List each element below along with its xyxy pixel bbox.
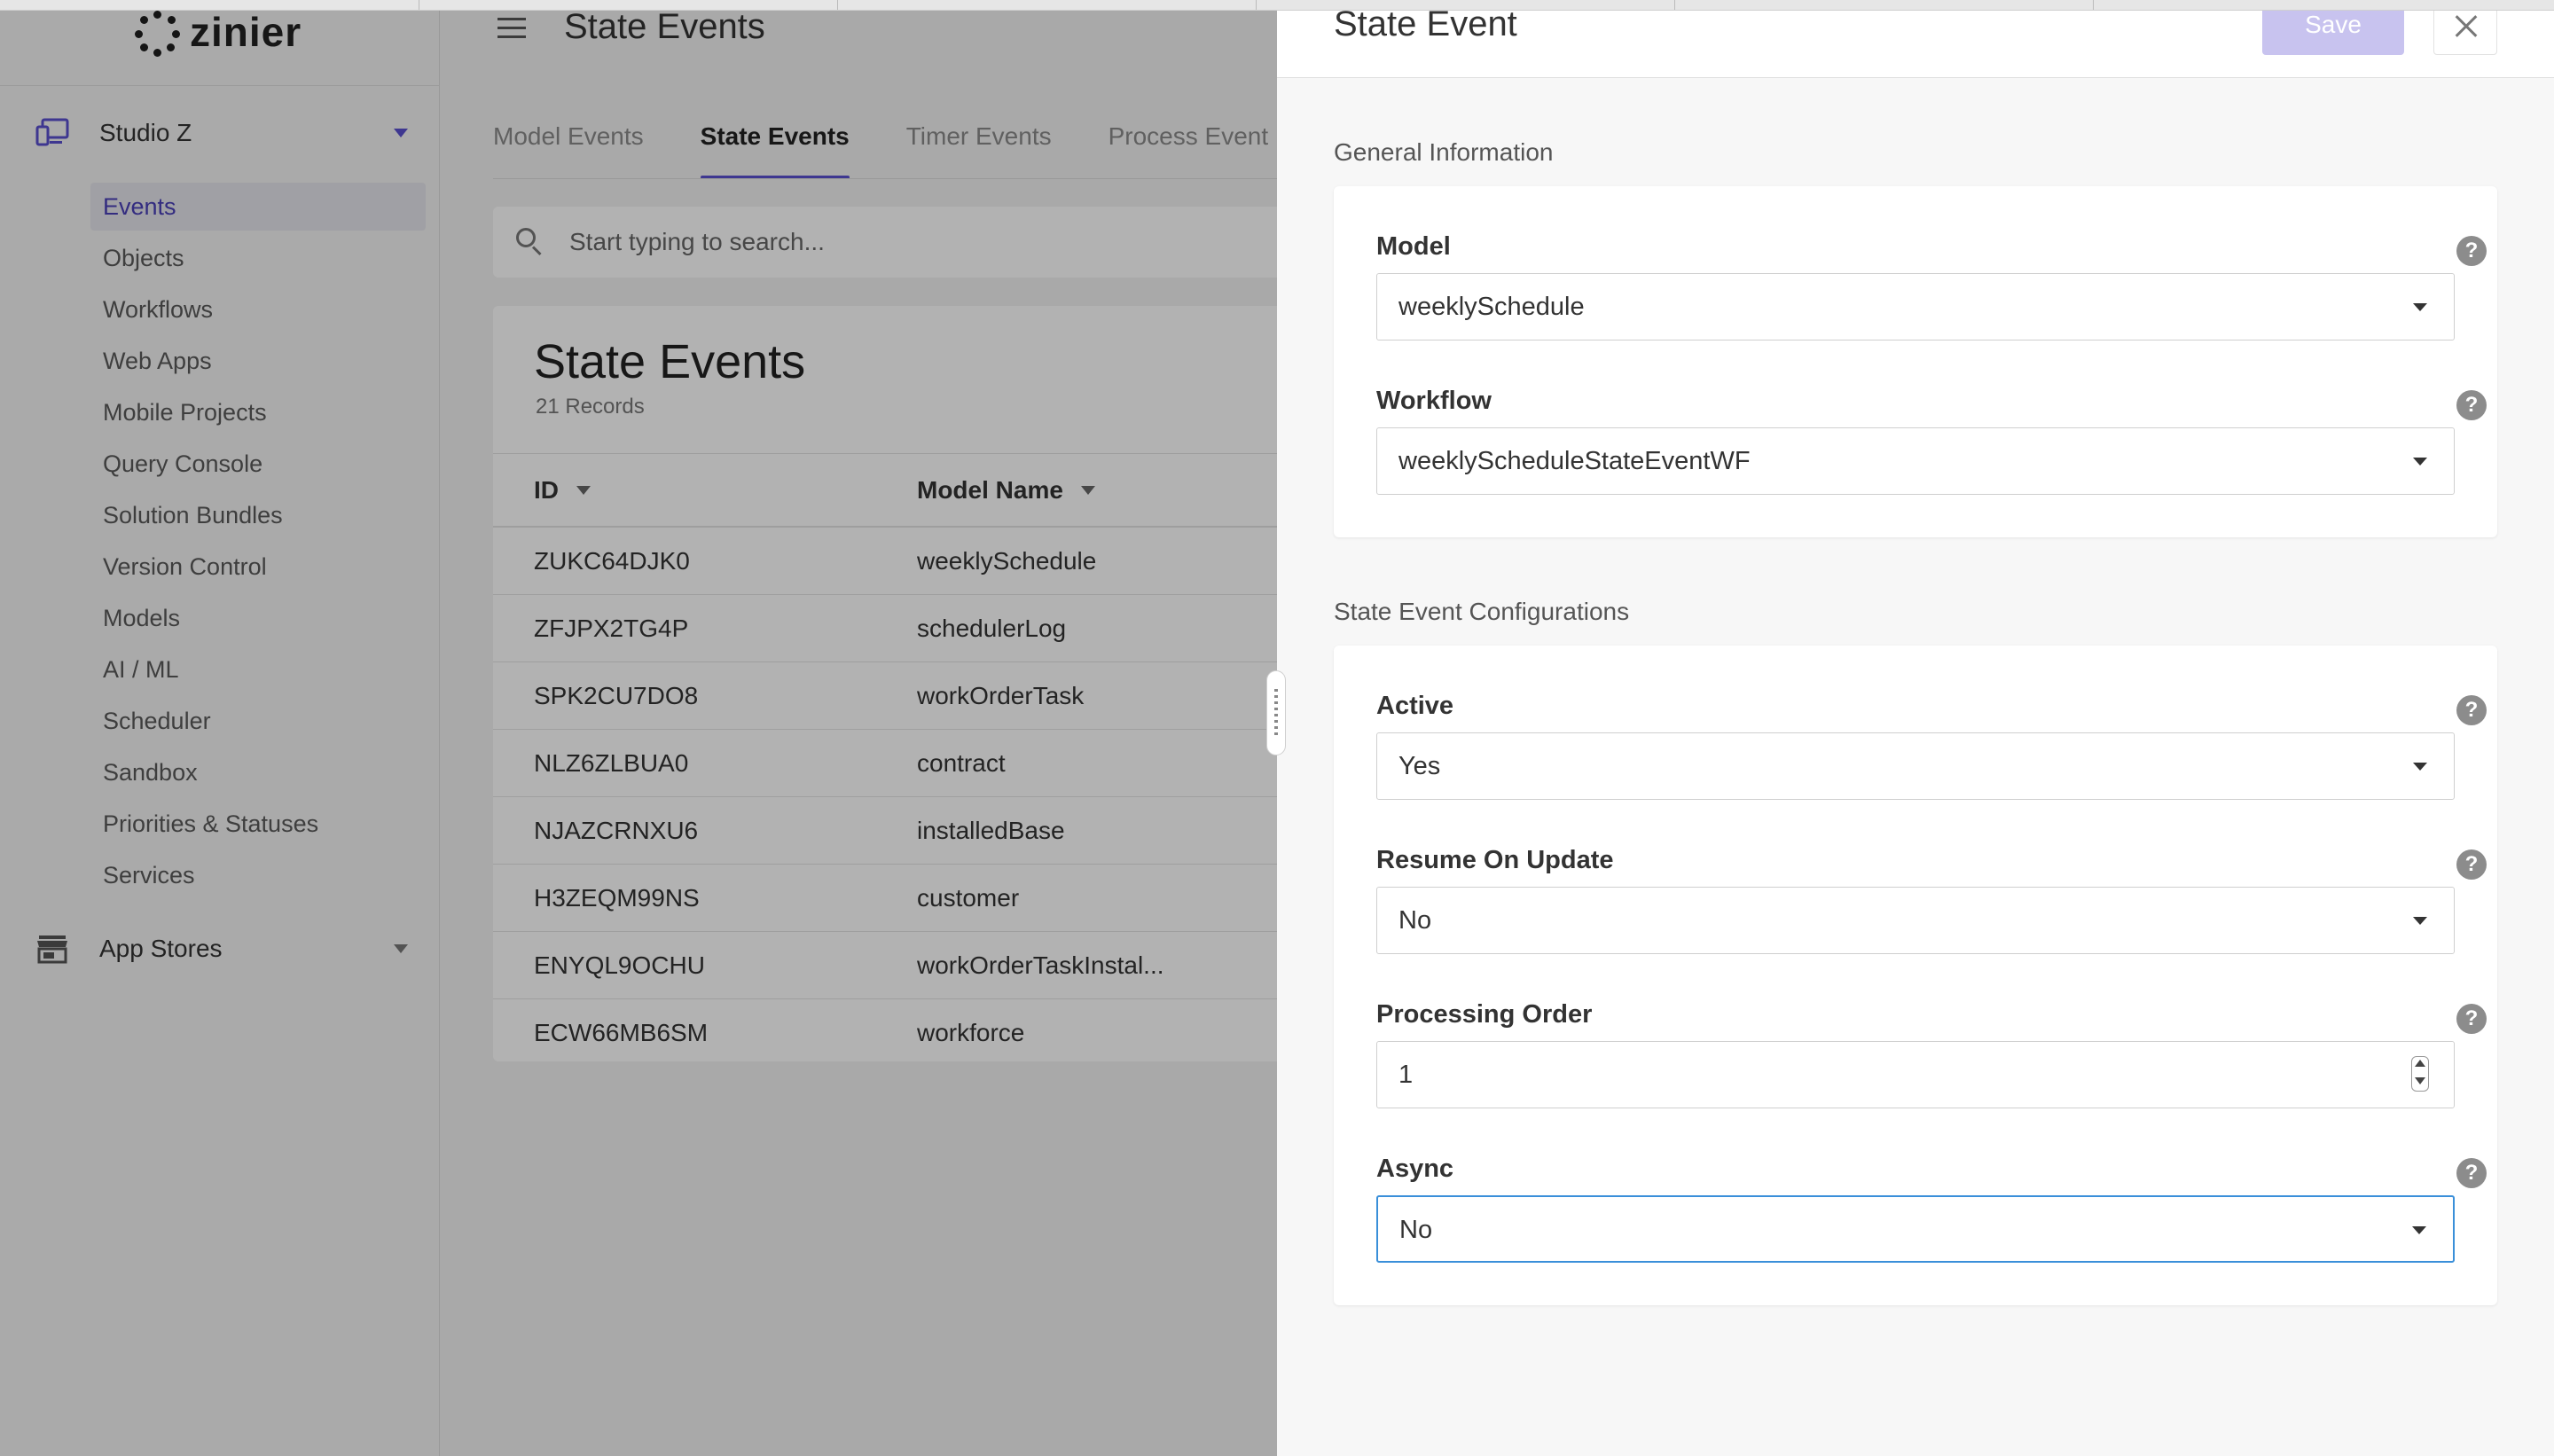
drawer-header: State Event Save [1277, 0, 2554, 78]
processing-order-input[interactable]: 1 [1376, 1041, 2455, 1108]
model-select[interactable]: weeklySchedule [1376, 273, 2455, 341]
number-stepper[interactable] [2411, 1056, 2429, 1092]
model-value: weeklySchedule [1398, 293, 1585, 321]
general-information-heading: General Information [1334, 138, 1554, 166]
tab-separator [837, 0, 838, 10]
async-value: No [1399, 1216, 1433, 1244]
help-icon[interactable]: ? [2456, 236, 2487, 266]
help-icon[interactable]: ? [2456, 695, 2487, 725]
model-label: Model [1376, 232, 1451, 261]
drawer-resize-handle[interactable] [1266, 670, 1286, 755]
tab-separator [1256, 0, 1257, 10]
state-event-drawer: State Event Save General Information Mod… [1277, 0, 2554, 1456]
help-icon[interactable]: ? [2456, 1158, 2487, 1188]
async-select[interactable]: No [1376, 1195, 2455, 1263]
caret-down-icon [2413, 458, 2427, 466]
async-label: Async [1376, 1155, 1454, 1183]
help-icon[interactable]: ? [2456, 390, 2487, 420]
resume-on-update-label: Resume On Update [1376, 846, 1614, 874]
workflow-value: weeklyScheduleStateEventWF [1398, 447, 1751, 475]
modal-backdrop[interactable] [0, 0, 1277, 1456]
resume-on-update-select[interactable]: No [1376, 887, 2455, 954]
tab-separator [2093, 0, 2094, 10]
state-event-configurations-heading: State Event Configurations [1334, 598, 1630, 625]
active-select[interactable]: Yes [1376, 732, 2455, 800]
processing-order-label: Processing Order [1376, 1000, 1593, 1029]
help-icon[interactable]: ? [2456, 849, 2487, 880]
help-icon[interactable]: ? [2456, 1004, 2487, 1034]
caret-down-icon [2413, 763, 2427, 771]
tab-separator [1674, 0, 1675, 10]
workflow-label: Workflow [1376, 387, 1492, 415]
resume-on-update-value: No [1398, 906, 1432, 935]
workflow-select[interactable]: weeklyScheduleStateEventWF [1376, 427, 2455, 495]
browser-tab-strip [0, 0, 2554, 11]
active-value: Yes [1398, 752, 1441, 780]
processing-order-value: 1 [1398, 1061, 1414, 1089]
caret-down-icon [2413, 303, 2427, 311]
active-label: Active [1376, 692, 1454, 720]
caret-down-icon [2412, 1226, 2426, 1234]
caret-down-icon [2413, 917, 2427, 925]
